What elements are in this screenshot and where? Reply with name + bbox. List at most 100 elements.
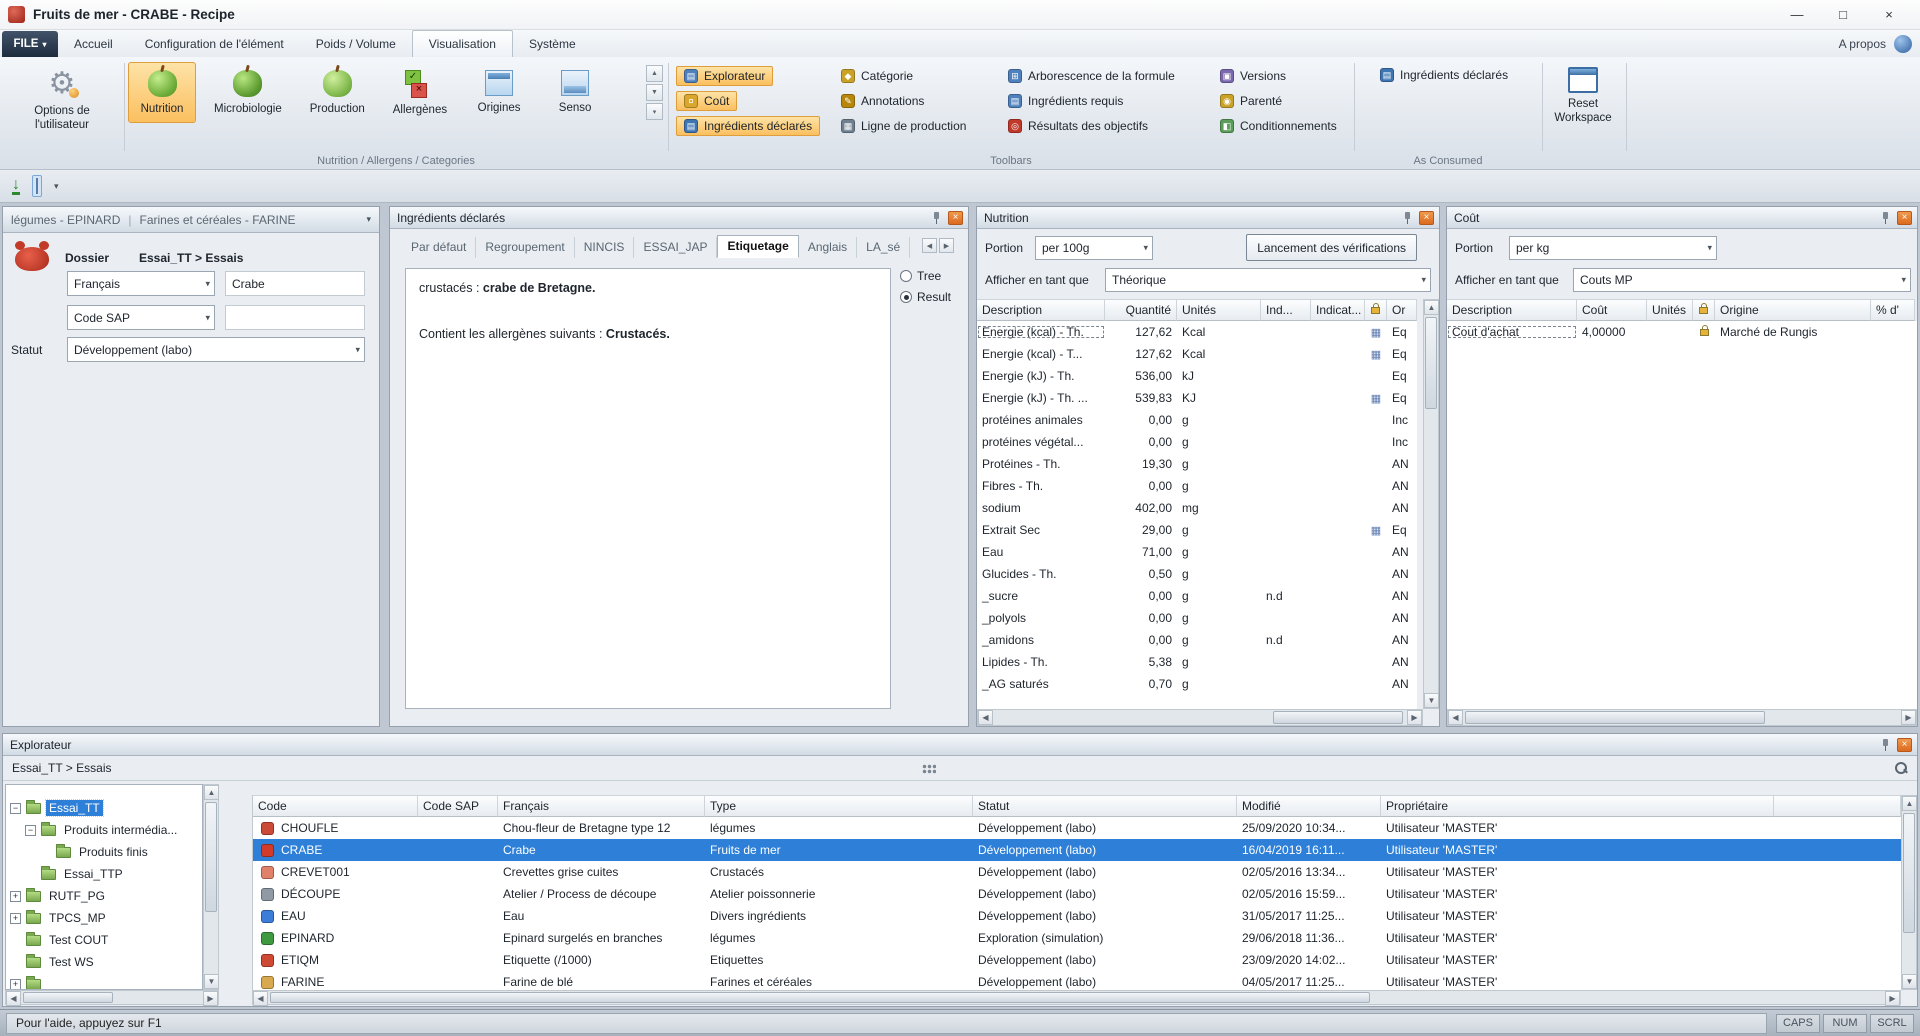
column-header[interactable]: Indicat... <box>1311 299 1365 321</box>
export-icon[interactable]: ↓ <box>12 178 20 195</box>
column-header[interactable]: Ind... <box>1261 299 1311 321</box>
tree-item[interactable]: Produits finis <box>6 841 202 863</box>
display-as-combobox[interactable]: Théorique <box>1105 268 1431 292</box>
element-row[interactable]: EAU Eau Divers ingrédients Développement… <box>253 905 1901 927</box>
toolbar-toggle-button[interactable]: ⊞ Arborescence de la formule <box>1000 66 1183 86</box>
recent-elements-header[interactable]: légumes - EPINARD | Farines et céréales … <box>3 207 379 233</box>
ribbon-tab[interactable]: Configuration de l'élément <box>129 30 300 57</box>
declared-tab[interactable]: Etiquetage <box>717 235 798 258</box>
gallery-more-icon[interactable]: ▾ <box>646 103 663 120</box>
nutrition-row[interactable]: Glucides - Th. 0,50 g AN <box>977 563 1417 585</box>
toolbar-toggle-button[interactable]: ▤ Explorateur <box>676 66 773 86</box>
toolbar-toggle-button[interactable]: ◧ Conditionnements <box>1212 116 1345 136</box>
tree-item[interactable]: + <box>6 973 202 990</box>
column-header[interactable]: Quantité <box>1105 299 1177 321</box>
column-header[interactable]: Coût <box>1577 299 1647 321</box>
ribbon-tab[interactable]: Visualisation <box>412 30 513 57</box>
column-header[interactable]: Type <box>705 795 973 817</box>
toolbar-toggle-button[interactable]: ▣ Versions <box>1212 66 1294 86</box>
scrollbar-thumb[interactable] <box>1903 813 1915 933</box>
column-header[interactable]: Modifié <box>1237 795 1381 817</box>
column-header[interactable]: % d' <box>1871 299 1915 321</box>
pin-icon[interactable] <box>1401 211 1414 225</box>
cost-portion-combobox[interactable]: per kg <box>1509 236 1717 260</box>
scroll-right-icon[interactable]: ▶ <box>1901 710 1916 725</box>
tree-expander-icon[interactable]: − <box>25 825 36 836</box>
tree-item[interactable]: Test WS <box>6 951 202 973</box>
toolbar-toggle-button[interactable]: ◆ Catégorie <box>833 66 921 86</box>
declared-tab[interactable]: Anglais <box>799 237 857 258</box>
scroll-down-icon[interactable]: ▼ <box>1902 974 1917 989</box>
declared-tab[interactable]: NINCIS <box>575 237 635 258</box>
lock-column-header[interactable] <box>1693 299 1715 321</box>
nutrition-row[interactable]: _sucre 0,00 g n.d AN <box>977 585 1417 607</box>
toolbar-toggle-button[interactable]: ¤ Coût <box>676 91 737 111</box>
scrollbar-thumb[interactable] <box>1273 711 1403 724</box>
close-panel-button[interactable]: × <box>1419 211 1434 225</box>
nutrition-row[interactable]: protéines végétal... 0,00 g Inc <box>977 431 1417 453</box>
nutrition-panel-header[interactable]: Nutrition × <box>977 207 1439 229</box>
scroll-up-icon[interactable]: ▲ <box>1902 796 1917 811</box>
pin-icon[interactable] <box>1879 738 1892 752</box>
declared-panel-header[interactable]: Ingrédients déclarés × <box>390 207 968 229</box>
column-header[interactable]: Description <box>1447 299 1577 321</box>
nutrition-row[interactable]: Energie (kJ) - Th. 536,00 kJ Eq <box>977 365 1417 387</box>
tab-scroll-left-icon[interactable]: ◀ <box>922 238 937 253</box>
nutrition-row[interactable]: Energie (kJ) - Th. ... 539,83 KJ Eq <box>977 387 1417 409</box>
nutrition-row[interactable]: Lipides - Th. 5,38 g AN <box>977 651 1417 673</box>
column-header[interactable]: Statut <box>973 795 1237 817</box>
toolbar-toggle-button[interactable]: ✎ Annotations <box>833 91 932 111</box>
close-button[interactable]: × <box>1866 1 1912 29</box>
ribbon-tab[interactable]: Accueil <box>58 30 129 57</box>
reset-workspace-button[interactable]: Reset Workspace <box>1545 64 1621 126</box>
pin-icon[interactable] <box>1879 211 1892 225</box>
nutrition-row[interactable]: Protéines - Th. 19,30 g AN <box>977 453 1417 475</box>
grid-view-button[interactable] <box>32 175 42 197</box>
as-consumed-declared-button[interactable]: ▤ Ingrédients déclarés <box>1372 66 1516 84</box>
maximize-button[interactable]: □ <box>1820 1 1866 29</box>
tree-expander-icon[interactable]: + <box>10 891 21 902</box>
tab-scroll-right-icon[interactable]: ▶ <box>939 238 954 253</box>
minimize-button[interactable]: — <box>1774 1 1820 29</box>
element-row[interactable]: CREVET001 Crevettes grise cuites Crustac… <box>253 861 1901 883</box>
tree-item[interactable]: + RUTF_PG <box>6 885 202 907</box>
ribbon-view-button[interactable]: Production <box>300 62 375 123</box>
nutrition-row[interactable]: _AG saturés 0,70 g AN <box>977 673 1417 695</box>
element-row[interactable]: ETIQM Etiquette (/1000) Etiquettes Dével… <box>253 949 1901 971</box>
scroll-up-icon[interactable]: ▲ <box>1424 300 1439 315</box>
run-verifications-button[interactable]: Lancement des vérifications <box>1246 234 1417 261</box>
scroll-left-icon[interactable]: ◀ <box>1448 710 1463 725</box>
close-panel-button[interactable]: × <box>1897 738 1912 752</box>
column-header[interactable]: Code SAP <box>418 795 498 817</box>
element-row[interactable]: FARINE Farine de blé Farines et céréales… <box>253 971 1901 990</box>
about-menu-item[interactable]: A propos <box>1839 30 1886 57</box>
ribbon-tab[interactable]: Système <box>513 30 592 57</box>
cost-panel-header[interactable]: Coût × <box>1447 207 1917 229</box>
nutrition-row[interactable]: Extrait Sec 29,00 g Eq <box>977 519 1417 541</box>
toolbar-more-icon[interactable]: ▾ <box>54 181 59 192</box>
scroll-right-icon[interactable]: ▶ <box>1407 710 1422 725</box>
tree-expander-icon[interactable]: + <box>10 979 21 990</box>
portion-combobox[interactable]: per 100g <box>1035 236 1153 260</box>
tree-horizontal-scrollbar[interactable]: ◀ ▶ <box>5 990 219 1005</box>
nutrition-row[interactable]: Eau 71,00 g AN <box>977 541 1417 563</box>
tree-expander-icon[interactable]: + <box>10 913 21 924</box>
chevron-down-icon[interactable]: ▾ <box>366 214 371 225</box>
code-sap-combobox[interactable]: Code SAP <box>67 305 215 330</box>
column-header[interactable]: Or <box>1387 299 1417 321</box>
scroll-left-icon[interactable]: ◀ <box>6 991 21 1006</box>
scroll-left-icon[interactable]: ◀ <box>978 710 993 725</box>
declared-text-area[interactable]: crustacés : crabe de Bretagne. Contient … <box>405 268 891 709</box>
scrollbar-thumb[interactable] <box>205 802 217 912</box>
declared-tab[interactable]: Regroupement <box>476 237 574 258</box>
column-header[interactable]: Unités <box>1177 299 1261 321</box>
name-field[interactable] <box>225 271 365 296</box>
scroll-up-icon[interactable]: ▲ <box>646 65 663 82</box>
column-header[interactable]: Propriétaire <box>1381 795 1774 817</box>
column-header[interactable]: Description <box>977 299 1105 321</box>
nutrition-row[interactable]: Energie (kcal) - T... 127,62 Kcal Eq <box>977 343 1417 365</box>
cost-display-as-combobox[interactable]: Couts MP <box>1573 268 1911 292</box>
column-header[interactable]: Code <box>253 795 418 817</box>
scroll-down-icon[interactable]: ▼ <box>646 84 663 101</box>
close-panel-button[interactable]: × <box>948 211 963 225</box>
